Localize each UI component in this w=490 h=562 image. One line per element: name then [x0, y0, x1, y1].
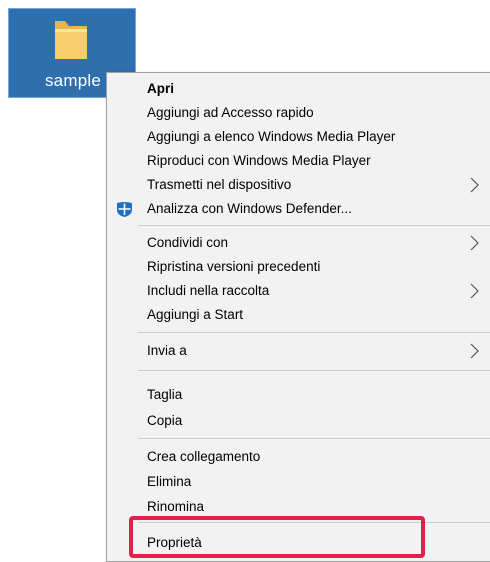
menu-item-copia[interactable]: Copia: [107, 409, 490, 433]
menu-item-aggiungi-elenco-wmp[interactable]: Aggiungi a elenco Windows Media Player: [107, 125, 490, 149]
menu-item-label: Invia a: [147, 343, 187, 358]
menu-item-label: Aggiungi a Start: [147, 307, 244, 322]
menu-separator: [138, 225, 490, 226]
menu-item-includi-raccolta[interactable]: Includi nella raccolta: [107, 279, 490, 303]
windows-defender-icon: [117, 202, 132, 217]
menu-item-condividi-con[interactable]: Condividi con: [107, 231, 490, 255]
menu-item-ripristina-versioni[interactable]: Ripristina versioni precedenti: [107, 255, 490, 279]
menu-item-label: Condividi con: [147, 235, 229, 250]
chevron-right-icon: [470, 235, 479, 251]
menu-item-aggiungi-accesso-rapido[interactable]: Aggiungi ad Accesso rapido: [107, 101, 490, 125]
menu-item-label: Aggiungi a elenco Windows Media Player: [147, 129, 396, 144]
menu-item-label: Ripristina versioni precedenti: [147, 259, 321, 274]
menu-separator: [138, 370, 490, 371]
context-menu: Apri Aggiungi ad Accesso rapido Aggiungi…: [106, 72, 490, 562]
menu-separator: [138, 332, 490, 333]
menu-item-crea-collegamento[interactable]: Crea collegamento: [107, 445, 490, 469]
menu-item-label: Elimina: [147, 474, 192, 489]
highlight-frame: [129, 516, 425, 558]
menu-item-label: Taglia: [147, 387, 183, 402]
menu-item-riproduci-wmp[interactable]: Riproduci con Windows Media Player: [107, 149, 490, 173]
menu-item-label: Riproduci con Windows Media Player: [147, 153, 371, 168]
chevron-right-icon: [470, 343, 479, 359]
menu-item-label: Apri: [147, 81, 174, 96]
menu-item-trasmetti-dispositivo[interactable]: Trasmetti nel dispositivo: [107, 173, 490, 197]
menu-item-taglia[interactable]: Taglia: [107, 383, 490, 407]
folder-icon: [55, 21, 87, 59]
menu-item-elimina[interactable]: Elimina: [107, 470, 490, 494]
menu-item-label: Includi nella raccolta: [147, 283, 270, 298]
menu-item-label: Copia: [147, 413, 183, 428]
menu-item-label: Crea collegamento: [147, 449, 261, 464]
menu-item-aggiungi-start[interactable]: Aggiungi a Start: [107, 303, 490, 327]
menu-item-label: Trasmetti nel dispositivo: [147, 177, 292, 192]
menu-item-apri[interactable]: Apri: [107, 77, 490, 101]
chevron-right-icon: [470, 177, 479, 193]
menu-item-label: Aggiungi ad Accesso rapido: [147, 105, 314, 120]
menu-item-analizza-defender[interactable]: Analizza con Windows Defender...: [107, 197, 490, 221]
menu-item-label: Analizza con Windows Defender...: [147, 201, 352, 216]
menu-item-invia-a[interactable]: Invia a: [107, 339, 490, 363]
menu-separator: [138, 438, 490, 439]
chevron-right-icon: [470, 283, 479, 299]
